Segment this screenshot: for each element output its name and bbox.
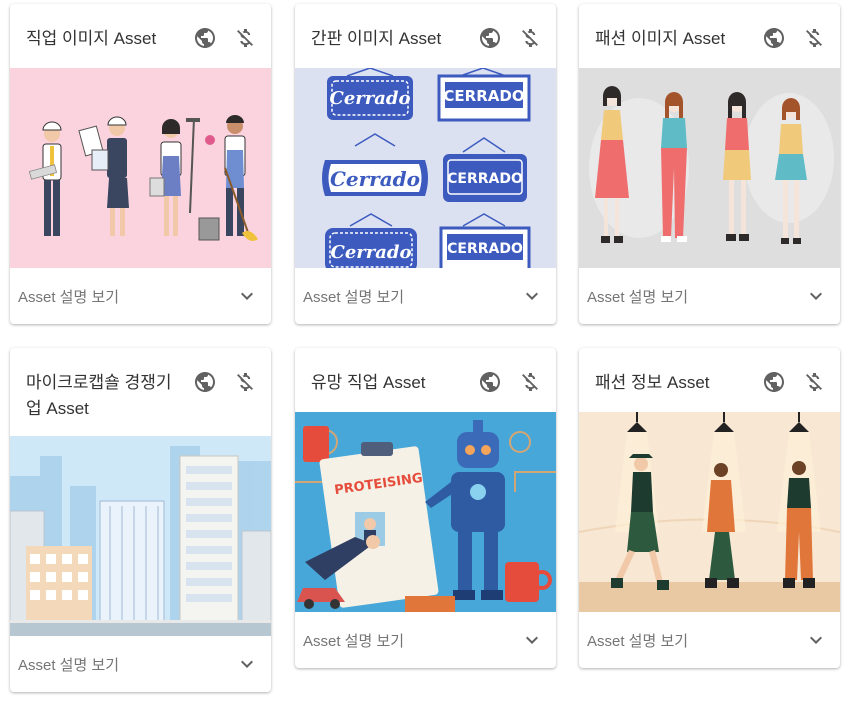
card-image[interactable]	[579, 68, 840, 268]
globe-icon[interactable]	[193, 26, 217, 50]
card-header: 유망 직업 Asset	[295, 348, 556, 412]
sign-text: Cerrado	[330, 88, 411, 109]
chevron-down-icon[interactable]	[235, 284, 259, 308]
description-toggle-label[interactable]: Asset 설명 보기	[587, 630, 688, 651]
asset-card: 간판 이미지 Asset Cerrado CERRADO Cerrado CER…	[295, 4, 556, 324]
card-actions	[478, 370, 542, 394]
globe-icon[interactable]	[193, 370, 217, 394]
description-toggle-label[interactable]: Asset 설명 보기	[303, 630, 404, 651]
closed-signs-illustration: Cerrado CERRADO Cerrado CERRADO Cerrado …	[295, 68, 556, 268]
sign-text: CERRADO	[447, 241, 523, 257]
card-footer: Asset 설명 보기	[579, 268, 840, 324]
asset-card: 패션 이미지 Asset Asset 설명 보기	[579, 4, 840, 324]
money-off-icon[interactable]	[802, 26, 826, 50]
money-off-icon[interactable]	[518, 370, 542, 394]
card-header: 간판 이미지 Asset	[295, 4, 556, 68]
card-actions	[478, 26, 542, 50]
asset-card: 유망 직업 Asset PROTEISING Asset 설명 보기	[295, 348, 556, 668]
chevron-down-icon[interactable]	[520, 284, 544, 308]
sign-text: Cerrado	[330, 167, 420, 191]
card-title: 마이크로캡숄 경쟁기업 Asset	[26, 373, 172, 418]
asset-card: 직업 이미지 Asset Asset 설명 보기	[10, 4, 271, 324]
card-image[interactable]	[10, 436, 271, 636]
description-toggle-label[interactable]: Asset 설명 보기	[303, 286, 404, 307]
card-actions	[762, 26, 826, 50]
chevron-down-icon[interactable]	[804, 628, 828, 652]
asset-card: 패션 정보 Asset Asset 설명 보기	[579, 348, 840, 668]
card-title: 직업 이미지 Asset	[26, 29, 157, 48]
card-header: 마이크로캡숄 경쟁기업 Asset	[10, 348, 271, 436]
money-off-icon[interactable]	[802, 370, 826, 394]
card-header: 직업 이미지 Asset	[10, 4, 271, 68]
sign-text: CERRADO	[443, 87, 524, 105]
robot-career-illustration: PROTEISING	[295, 412, 556, 612]
card-footer: Asset 설명 보기	[10, 636, 271, 692]
card-title: 간판 이미지 Asset	[311, 29, 442, 48]
card-footer: Asset 설명 보기	[579, 612, 840, 668]
asset-card: 마이크로캡숄 경쟁기업 Asset Asset 설명 보기	[10, 348, 271, 692]
card-header: 패션 이미지 Asset	[579, 4, 840, 68]
card-footer: Asset 설명 보기	[10, 268, 271, 324]
card-image[interactable]	[10, 68, 271, 268]
fashion-models-illustration	[579, 68, 840, 268]
money-off-icon[interactable]	[233, 26, 257, 50]
card-actions	[762, 370, 826, 394]
globe-icon[interactable]	[478, 26, 502, 50]
sign-text: CERRADO	[447, 171, 523, 187]
card-footer: Asset 설명 보기	[295, 268, 556, 324]
workers-illustration	[10, 68, 271, 268]
card-actions	[193, 370, 257, 394]
chevron-down-icon[interactable]	[520, 628, 544, 652]
runway-illustration	[579, 412, 840, 612]
card-actions	[193, 26, 257, 50]
money-off-icon[interactable]	[233, 370, 257, 394]
globe-icon[interactable]	[762, 370, 786, 394]
description-toggle-label[interactable]: Asset 설명 보기	[587, 286, 688, 307]
card-image[interactable]	[579, 412, 840, 612]
sign-text: Cerrado	[331, 242, 412, 263]
money-off-icon[interactable]	[518, 26, 542, 50]
card-header: 패션 정보 Asset	[579, 348, 840, 412]
description-toggle-label[interactable]: Asset 설명 보기	[18, 654, 119, 675]
card-title: 유망 직업 Asset	[311, 373, 426, 392]
card-image[interactable]: Cerrado CERRADO Cerrado CERRADO Cerrado …	[295, 68, 556, 268]
description-toggle-label[interactable]: Asset 설명 보기	[18, 286, 119, 307]
chevron-down-icon[interactable]	[804, 284, 828, 308]
card-title: 패션 이미지 Asset	[595, 29, 726, 48]
city-skyline-illustration	[10, 436, 271, 636]
card-title: 패션 정보 Asset	[595, 373, 710, 392]
globe-icon[interactable]	[478, 370, 502, 394]
chevron-down-icon[interactable]	[235, 652, 259, 676]
card-footer: Asset 설명 보기	[295, 612, 556, 668]
card-image[interactable]: PROTEISING	[295, 412, 556, 612]
globe-icon[interactable]	[762, 26, 786, 50]
